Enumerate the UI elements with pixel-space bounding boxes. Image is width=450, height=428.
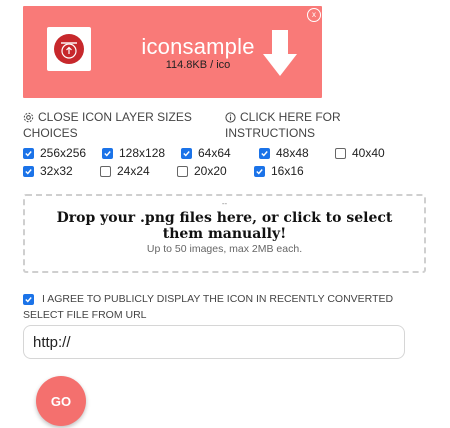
size-checkbox-48[interactable]: 48x48: [259, 146, 309, 160]
instructions-link[interactable]: CLICK HERE FOR INSTRUCTIONS: [225, 110, 385, 140]
size-label: 24x24: [117, 164, 150, 178]
checkbox-checked-icon[interactable]: [181, 147, 192, 159]
size-checkbox-128[interactable]: 128x128: [102, 146, 165, 160]
sample-logo-icon: [54, 34, 84, 64]
close-icon[interactable]: x: [307, 8, 321, 22]
size-label: 256x256: [40, 146, 87, 160]
checkbox-checked-icon[interactable]: [254, 165, 265, 177]
converted-icon-card: iconsample 114.8KB / ico x: [23, 6, 322, 98]
size-label: 128x128: [119, 146, 166, 160]
size-checkbox-64[interactable]: 64x64: [181, 146, 231, 160]
instructions-link-label: CLICK HERE FOR INSTRUCTIONS: [225, 110, 341, 140]
icon-file-name: iconsample: [141, 34, 255, 59]
checkbox-checked-icon[interactable]: [23, 165, 34, 177]
size-checkbox-24[interactable]: 24x24: [100, 164, 150, 178]
gear-icon: [23, 112, 34, 126]
size-label: 32x32: [40, 164, 73, 178]
go-button[interactable]: GO: [36, 376, 86, 426]
icon-thumbnail: [47, 27, 91, 71]
drop-zone-dash: --: [221, 199, 228, 208]
size-checkbox-40[interactable]: 40x40: [335, 146, 385, 160]
checkbox-checked-icon[interactable]: [102, 147, 113, 159]
file-drop-zone[interactable]: -- Drop your .png files here, or click t…: [23, 194, 426, 273]
info-icon: [225, 112, 236, 126]
url-input[interactable]: [23, 325, 405, 359]
checkbox-checked-icon[interactable]: [259, 147, 270, 159]
toggle-sizes-link[interactable]: CLOSE ICON LAYER SIZES CHOICES: [23, 110, 213, 140]
checkbox-unchecked-icon[interactable]: [100, 165, 111, 177]
icon-file-meta: 114.8KB / ico: [165, 59, 231, 71]
size-label: 64x64: [198, 146, 231, 160]
drop-zone-message: Drop your .png files here, or click to s…: [56, 210, 393, 242]
url-field-label: SELECT FILE FROM URL: [23, 309, 147, 321]
size-label: 48x48: [276, 146, 309, 160]
size-checkbox-20[interactable]: 20x20: [177, 164, 227, 178]
checkbox-unchecked-icon[interactable]: [335, 147, 346, 159]
size-label: 16x16: [271, 164, 304, 178]
agree-label: I AGREE TO PUBLICLY DISPLAY THE ICON IN …: [42, 293, 394, 305]
agree-public-display-checkbox[interactable]: I AGREE TO PUBLICLY DISPLAY THE ICON IN …: [23, 293, 393, 305]
download-arrow-icon[interactable]: [260, 26, 300, 80]
size-checkbox-32[interactable]: 32x32: [23, 164, 73, 178]
checkbox-checked-icon[interactable]: [23, 293, 34, 305]
sizes-link-label: CLOSE ICON LAYER SIZES CHOICES: [23, 110, 192, 140]
size-checkbox-256[interactable]: 256x256: [23, 146, 86, 160]
drop-zone-limits: Up to 50 images, max 2MB each.: [146, 243, 303, 255]
checkbox-unchecked-icon[interactable]: [177, 165, 188, 177]
size-label: 20x20: [194, 164, 227, 178]
checkbox-checked-icon[interactable]: [23, 147, 34, 159]
size-label: 40x40: [352, 146, 385, 160]
size-checkbox-16[interactable]: 16x16: [254, 164, 304, 178]
